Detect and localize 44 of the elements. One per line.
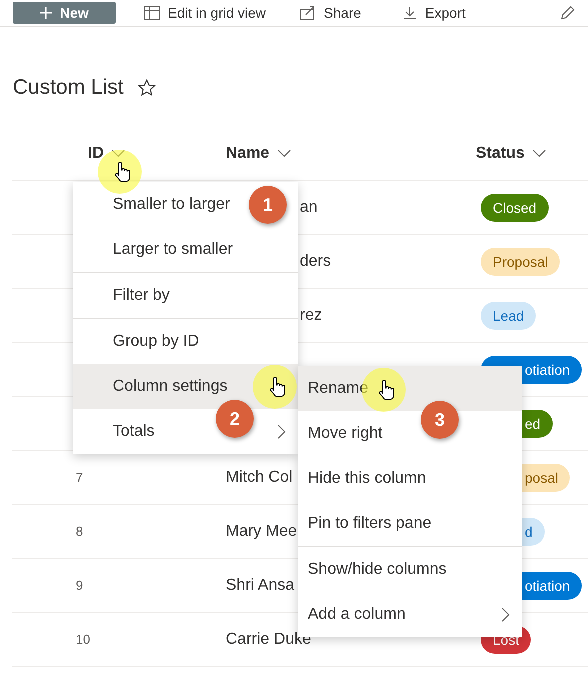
menu-item[interactable]: Totals [113, 422, 155, 440]
chevron-right-icon [502, 608, 510, 622]
table-cell: an [300, 198, 318, 216]
table-cell: 10 [76, 632, 90, 647]
status-badge: Lead [481, 302, 536, 330]
menu-item[interactable]: Group by ID [113, 332, 200, 350]
column-header[interactable]: Name [226, 128, 476, 180]
pencil-icon[interactable] [560, 5, 576, 21]
menu-item[interactable]: Pin to filters pane [308, 514, 432, 532]
table-cell: 8 [76, 524, 84, 539]
plus-icon [40, 7, 52, 19]
grid-icon [144, 6, 160, 20]
edit-grid-button[interactable]: Edit in grid view [138, 2, 272, 24]
share-button[interactable]: Share [294, 2, 368, 24]
table-cell: Mary Mee [226, 522, 298, 540]
chevron-down-icon [532, 150, 546, 158]
menu-item[interactable]: Filter by [113, 286, 170, 304]
list-title: Custom List [13, 76, 124, 100]
column-header[interactable]: ID [88, 128, 226, 180]
menu-item[interactable]: Hide this column [308, 470, 426, 488]
status-badge: Proposal [481, 248, 560, 276]
table-cell: ders [300, 252, 332, 270]
menu-item[interactable]: Add a column [308, 606, 406, 624]
table-cell: Mitch Col [226, 468, 293, 486]
menu-item[interactable]: Larger to smaller [113, 240, 234, 258]
chevron-right-icon [278, 424, 286, 438]
hand-cursor-icon [269, 377, 286, 398]
menu-item[interactable]: Show/hide columns [308, 560, 447, 578]
menu-item[interactable]: Move right [308, 424, 383, 442]
star-icon[interactable] [138, 79, 156, 97]
chevron-down-icon [112, 150, 125, 158]
new-button[interactable]: New [13, 2, 116, 24]
column-header[interactable]: Status [476, 128, 588, 180]
chevron-down-icon [278, 150, 291, 158]
share-icon [300, 6, 316, 20]
export-icon [403, 6, 418, 20]
table-cell: 9 [76, 578, 84, 593]
export-button[interactable]: Export [397, 2, 472, 24]
hand-cursor-icon [378, 380, 395, 401]
table-cell: 7 [76, 470, 84, 485]
table-cell: rez [300, 306, 322, 324]
menu-item[interactable]: Smaller to larger [113, 196, 230, 214]
status-badge: Closed [481, 194, 549, 222]
table-cell: Shri Ansa [226, 576, 294, 594]
